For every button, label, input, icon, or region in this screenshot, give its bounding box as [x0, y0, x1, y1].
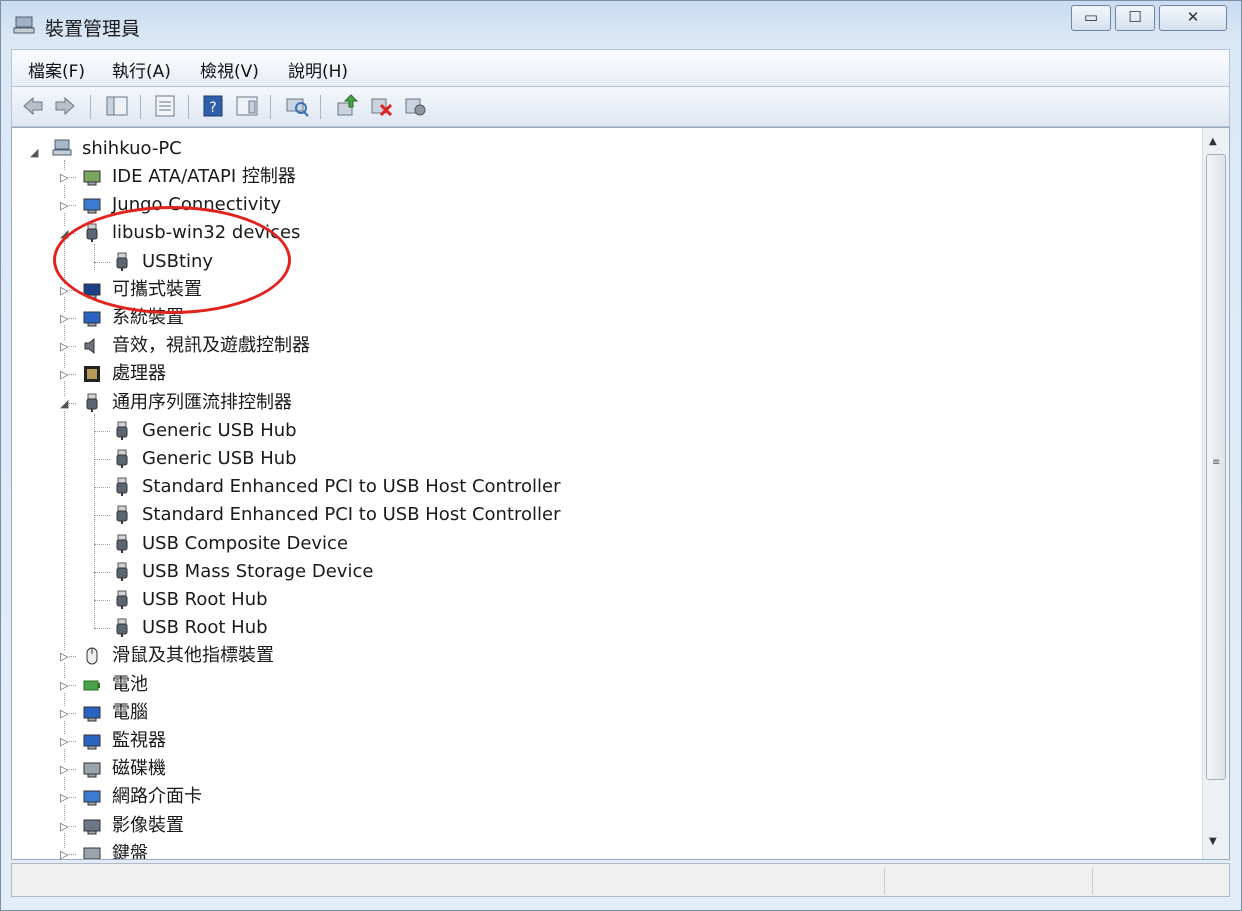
help-icon[interactable]: ? [200, 93, 226, 119]
usb-plug-icon [116, 562, 128, 581]
expand-toggle[interactable]: ▷ [60, 171, 69, 184]
menu-file[interactable]: 檔案(F) [28, 57, 85, 82]
tree-device-item[interactable]: USB Root Hub [142, 615, 268, 641]
keyboard-icon [83, 847, 101, 859]
expand-toggle[interactable]: ▷ [60, 706, 69, 720]
computer-icon [83, 706, 101, 722]
computer-icon [83, 311, 101, 327]
network-device-icon [83, 198, 101, 214]
scrollbar-thumb[interactable]: ≡ [1206, 154, 1226, 780]
title-bar[interactable]: 裝置管理員 ▭ ☐ ✕ [1, 1, 1241, 47]
back-icon[interactable] [20, 93, 46, 119]
tree-category-item[interactable]: 電池 [112, 672, 148, 698]
scroll-down-arrow-icon[interactable]: ▼ [1209, 836, 1217, 847]
collapse-toggle-root[interactable]: ◢ [30, 146, 38, 159]
tree-category-item[interactable]: 監視器 [112, 728, 166, 754]
usb-plug-icon [116, 590, 128, 609]
close-button[interactable]: ✕ [1159, 5, 1227, 31]
speaker-icon [84, 338, 95, 355]
tree-device-item[interactable]: USB Root Hub [142, 587, 268, 613]
usb-plug-icon [86, 393, 98, 412]
status-bar [11, 863, 1230, 897]
highlight-ellipse [53, 206, 291, 314]
processor-icon [84, 366, 100, 383]
tree-category-item[interactable]: 處理器 [112, 361, 166, 387]
toolbar: ? [11, 87, 1230, 127]
device-manager-window: 裝置管理員 ▭ ☐ ✕ 檔案(F) 執行(A) 檢視(V) 說明(H) ? ◢ … [0, 0, 1242, 911]
tree-root-label[interactable]: shihkuo-PC [82, 136, 182, 162]
tree-device-item[interactable]: Generic USB Hub [142, 418, 297, 444]
usb-plug-icon [116, 618, 128, 638]
tree-category-item[interactable]: IDE ATA/ATAPI 控制器 [112, 164, 296, 190]
tree-category-item[interactable]: 音效，視訊及遊戲控制器 [112, 333, 310, 359]
tree-category-item[interactable]: 網路介面卡 [112, 784, 202, 810]
expand-toggle[interactable]: ◢ [60, 396, 69, 410]
update-driver-icon[interactable] [334, 93, 360, 119]
expand-toggle[interactable]: ▷ [60, 312, 69, 325]
expand-toggle[interactable]: ▷ [60, 650, 69, 664]
usb-plug-icon [116, 449, 128, 468]
usb-plug-icon [116, 534, 128, 553]
uninstall-icon[interactable] [368, 93, 394, 119]
tree-device-item[interactable]: USB Mass Storage Device [142, 559, 373, 585]
disable-device-icon[interactable] [402, 93, 428, 119]
scan-hardware-icon[interactable] [284, 93, 310, 119]
tree-category-item[interactable]: 影像裝置 [112, 813, 184, 839]
svg-text:?: ? [209, 100, 216, 116]
menu-view[interactable]: 檢視(V) [200, 57, 259, 82]
tree-device-item[interactable]: Standard Enhanced PCI to USB Host Contro… [142, 474, 561, 500]
menu-action[interactable]: 執行(A) [112, 57, 171, 82]
menu-bar: 檔案(F) 執行(A) 檢視(V) 說明(H) [11, 49, 1230, 87]
usb-plug-icon [116, 477, 128, 497]
tree-device-item[interactable]: Generic USB Hub [142, 446, 297, 472]
show-hide-console-tree-icon[interactable] [104, 93, 130, 119]
ide-controller-icon [83, 170, 101, 186]
monitor-icon [83, 734, 101, 750]
battery-icon [83, 680, 100, 691]
mouse-icon [86, 647, 98, 665]
scroll-up-arrow-icon[interactable]: ▲ [1209, 136, 1217, 147]
tree-category-item[interactable]: 鍵盤 [112, 841, 148, 859]
vertical-scrollbar[interactable]: ▲ ≡ ▼ [1202, 128, 1229, 859]
expand-toggle[interactable]: ▷ [60, 340, 69, 354]
maximize-button[interactable]: ☐ [1115, 5, 1155, 31]
tree-device-item[interactable]: USB Composite Device [142, 531, 348, 557]
expand-toggle[interactable]: ▷ [60, 735, 69, 748]
tree-category-item[interactable]: 滑鼠及其他指標裝置 [112, 643, 274, 669]
expand-toggle[interactable]: ▷ [60, 678, 69, 692]
expand-toggle[interactable]: ▷ [60, 199, 69, 213]
computer-root-icon [52, 139, 72, 156]
usb-plug-icon [116, 505, 128, 525]
expand-toggle[interactable]: ▷ [60, 847, 69, 859]
tree-category-item[interactable]: 電腦 [112, 700, 148, 726]
device-manager-icon [13, 16, 35, 34]
tree-category-item[interactable]: 通用序列匯流排控制器 [112, 390, 292, 416]
disk-drive-icon [83, 762, 101, 778]
minimize-button[interactable]: ▭ [1071, 5, 1111, 31]
action-pane-icon[interactable] [234, 93, 260, 119]
properties-icon[interactable] [152, 93, 178, 119]
network-adapter-icon [83, 790, 101, 806]
expand-toggle[interactable]: ▷ [60, 791, 69, 805]
window-title: 裝置管理員 [45, 18, 141, 40]
imaging-device-icon [83, 819, 101, 835]
menu-help[interactable]: 說明(H) [288, 57, 348, 82]
tree-device-item[interactable]: Standard Enhanced PCI to USB Host Contro… [142, 502, 561, 528]
expand-toggle[interactable]: ▷ [60, 368, 69, 382]
forward-icon[interactable] [52, 93, 78, 119]
usb-plug-icon [116, 421, 128, 440]
expand-toggle[interactable]: ▷ [60, 819, 69, 833]
tree-category-item[interactable]: 磁碟機 [112, 756, 166, 782]
expand-toggle[interactable]: ▷ [60, 763, 69, 777]
